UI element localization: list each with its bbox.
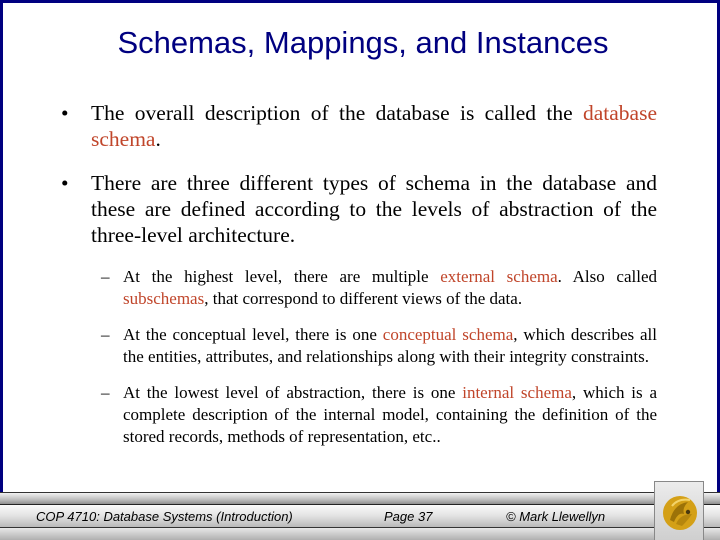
footer-stripe-top [0,492,720,504]
bullet-text: There are three different types of schem… [91,171,657,247]
slide-body: • The overall description of the database… [61,100,657,462]
bullet-marker: • [61,101,69,125]
sub-bullet-item: – At the conceptual level, there is one c… [61,324,657,368]
logo-box [654,481,704,540]
footer-page-number: Page 37 [384,509,433,524]
footer-copyright: © Mark Llewellyn [506,509,606,524]
highlighted-term: subschemas [123,289,205,308]
sub-bullet-text: , that correspond to different views of … [204,289,523,308]
highlighted-term: conceptual schema [382,325,514,344]
slide-frame: Schemas, Mappings, and Instances • The ov… [0,0,720,492]
bullet-list: • The overall description of the database… [61,100,657,248]
sub-bullet-text: At the highest level, there are multiple [123,267,441,286]
sub-bullet-marker: – [101,383,110,402]
bullet-text: . [155,127,161,151]
bullet-item: • There are three different types of sche… [61,170,657,248]
bullet-text: The overall description of the database … [91,101,583,125]
sub-bullet-list: – At the highest level, there are multipl… [61,266,657,448]
bullet-marker: • [61,171,69,195]
highlighted-term: internal schema [462,383,572,402]
slide-title: Schemas, Mappings, and Instances [117,25,609,60]
sub-bullet-text: At the lowest level of abstraction, ther… [123,383,463,402]
sub-bullet-item: – At the highest level, there are multipl… [61,266,657,310]
sub-bullet-item: – At the lowest level of abstraction, the… [61,382,657,448]
sub-bullet-text: At the conceptual level, there is one [123,325,383,344]
sub-bullet-marker: – [101,325,110,344]
pegasus-logo-icon [663,496,697,530]
footer-stripe-bottom [0,528,720,540]
footer-bar: COP 4710: Database Systems (Introduction… [0,492,720,540]
footer-course: COP 4710: Database Systems (Introduction… [36,509,293,524]
highlighted-term: external schema [440,267,558,286]
sub-bullet-text: . Also called [557,267,657,286]
sub-bullet-marker: – [101,267,110,286]
bullet-item: • The overall description of the database… [61,100,657,152]
